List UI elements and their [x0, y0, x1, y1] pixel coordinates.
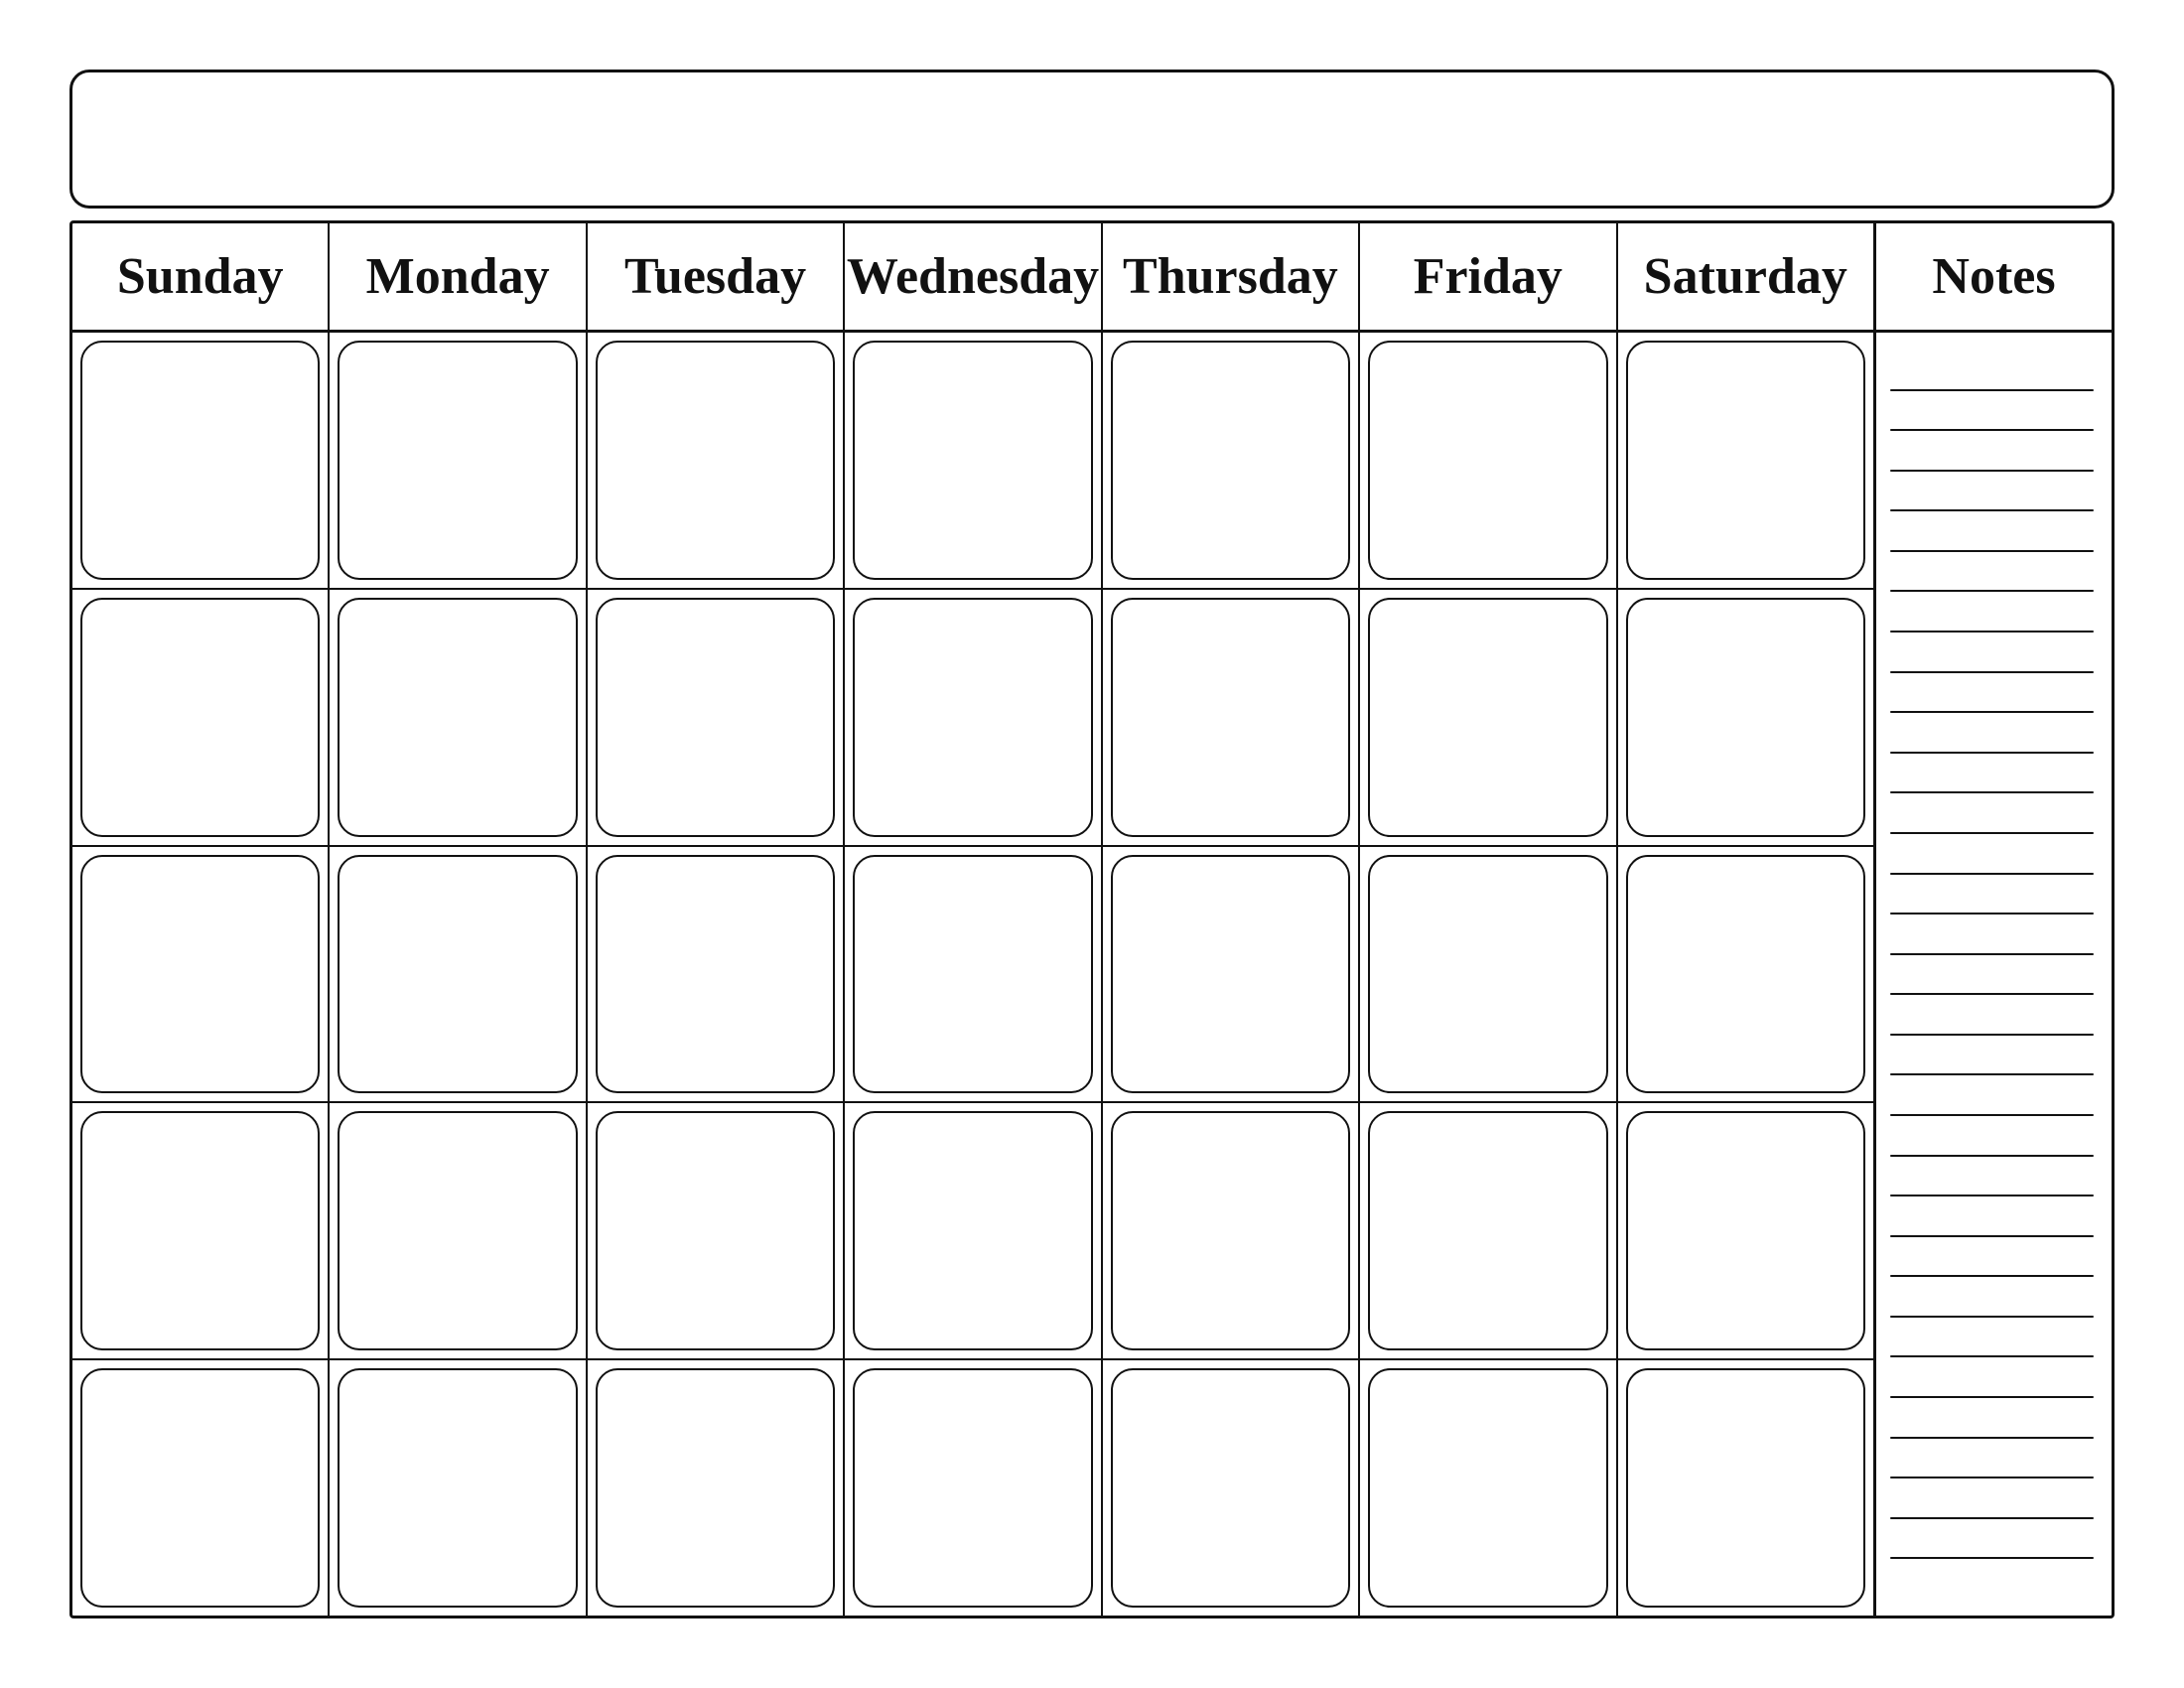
notes-line — [1890, 1235, 2094, 1237]
notes-line — [1890, 1355, 2094, 1357]
notes-line — [1890, 711, 2094, 713]
cell-2-sun[interactable] — [72, 590, 330, 845]
notes-line — [1890, 832, 2094, 834]
notes-line — [1890, 389, 2094, 391]
cell-3-wed[interactable] — [845, 847, 1102, 1102]
grid-row-3 — [72, 847, 1873, 1104]
notes-line — [1890, 470, 2094, 472]
cell-4-fri[interactable] — [1360, 1103, 1617, 1358]
cell-4-sun[interactable] — [72, 1103, 330, 1358]
cell-3-fri[interactable] — [1360, 847, 1617, 1102]
cell-5-thu[interactable] — [1103, 1360, 1360, 1616]
cell-2-sat[interactable] — [1618, 590, 1873, 845]
grid-row-2 — [72, 590, 1873, 847]
day-header-friday: Friday — [1360, 223, 1617, 330]
notes-line — [1890, 1396, 2094, 1398]
day-header-tuesday: Tuesday — [588, 223, 845, 330]
notes-line — [1890, 1114, 2094, 1116]
notes-line — [1890, 953, 2094, 955]
cell-1-tue[interactable] — [588, 333, 845, 588]
cell-1-fri[interactable] — [1360, 333, 1617, 588]
cell-5-mon[interactable] — [330, 1360, 587, 1616]
grid-row-1 — [72, 333, 1873, 590]
cell-3-tue[interactable] — [588, 847, 845, 1102]
cell-4-wed[interactable] — [845, 1103, 1102, 1358]
cell-1-mon[interactable] — [330, 333, 587, 588]
notes-line — [1890, 1477, 2094, 1478]
header-row: Sunday Monday Tuesday Wednesday Thursday… — [72, 223, 1873, 333]
title-bar[interactable] — [69, 70, 2115, 209]
cell-4-tue[interactable] — [588, 1103, 845, 1358]
grid-rows — [72, 333, 1873, 1616]
cell-2-thu[interactable] — [1103, 590, 1360, 845]
notes-line — [1890, 1517, 2094, 1519]
notes-line — [1890, 631, 2094, 633]
cell-3-mon[interactable] — [330, 847, 587, 1102]
notes-line — [1890, 1034, 2094, 1036]
notes-line — [1890, 1437, 2094, 1439]
cell-3-thu[interactable] — [1103, 847, 1360, 1102]
calendar-wrapper: Sunday Monday Tuesday Wednesday Thursday… — [50, 50, 2134, 1638]
cell-5-sun[interactable] — [72, 1360, 330, 1616]
cell-1-sat[interactable] — [1618, 333, 1873, 588]
cell-3-sat[interactable] — [1618, 847, 1873, 1102]
cell-1-sun[interactable] — [72, 333, 330, 588]
day-header-monday: Monday — [330, 223, 587, 330]
day-header-sunday: Sunday — [72, 223, 330, 330]
notes-line — [1890, 873, 2094, 875]
notes-line — [1890, 509, 2094, 511]
cell-4-sat[interactable] — [1618, 1103, 1873, 1358]
calendar-main: Sunday Monday Tuesday Wednesday Thursday… — [69, 220, 2115, 1618]
notes-line — [1890, 1275, 2094, 1277]
days-section: Sunday Monday Tuesday Wednesday Thursday… — [72, 223, 1873, 1616]
cell-2-tue[interactable] — [588, 590, 845, 845]
notes-line — [1890, 1316, 2094, 1318]
notes-line — [1890, 752, 2094, 754]
day-header-thursday: Thursday — [1103, 223, 1360, 330]
notes-line — [1890, 791, 2094, 793]
notes-header: Notes — [1876, 223, 2112, 333]
notes-line — [1890, 1155, 2094, 1157]
notes-line — [1890, 993, 2094, 995]
notes-line — [1890, 1557, 2094, 1559]
cell-5-fri[interactable] — [1360, 1360, 1617, 1616]
notes-line — [1890, 913, 2094, 914]
cell-1-thu[interactable] — [1103, 333, 1360, 588]
cell-4-mon[interactable] — [330, 1103, 587, 1358]
cell-2-wed[interactable] — [845, 590, 1102, 845]
notes-line — [1890, 671, 2094, 673]
notes-line — [1890, 1195, 2094, 1196]
cell-4-thu[interactable] — [1103, 1103, 1360, 1358]
cell-5-tue[interactable] — [588, 1360, 845, 1616]
notes-line — [1890, 550, 2094, 552]
day-header-saturday: Saturday — [1618, 223, 1873, 330]
cell-1-wed[interactable] — [845, 333, 1102, 588]
grid-row-5 — [72, 1360, 1873, 1616]
grid-row-4 — [72, 1103, 1873, 1360]
cell-3-sun[interactable] — [72, 847, 330, 1102]
notes-line — [1890, 590, 2094, 592]
cell-5-wed[interactable] — [845, 1360, 1102, 1616]
cell-5-sat[interactable] — [1618, 1360, 1873, 1616]
notes-section: Notes — [1873, 223, 2112, 1616]
notes-line — [1890, 1073, 2094, 1075]
cell-2-mon[interactable] — [330, 590, 587, 845]
notes-line — [1890, 429, 2094, 431]
notes-lines[interactable] — [1876, 333, 2112, 1616]
day-header-wednesday: Wednesday — [845, 223, 1102, 330]
cell-2-fri[interactable] — [1360, 590, 1617, 845]
